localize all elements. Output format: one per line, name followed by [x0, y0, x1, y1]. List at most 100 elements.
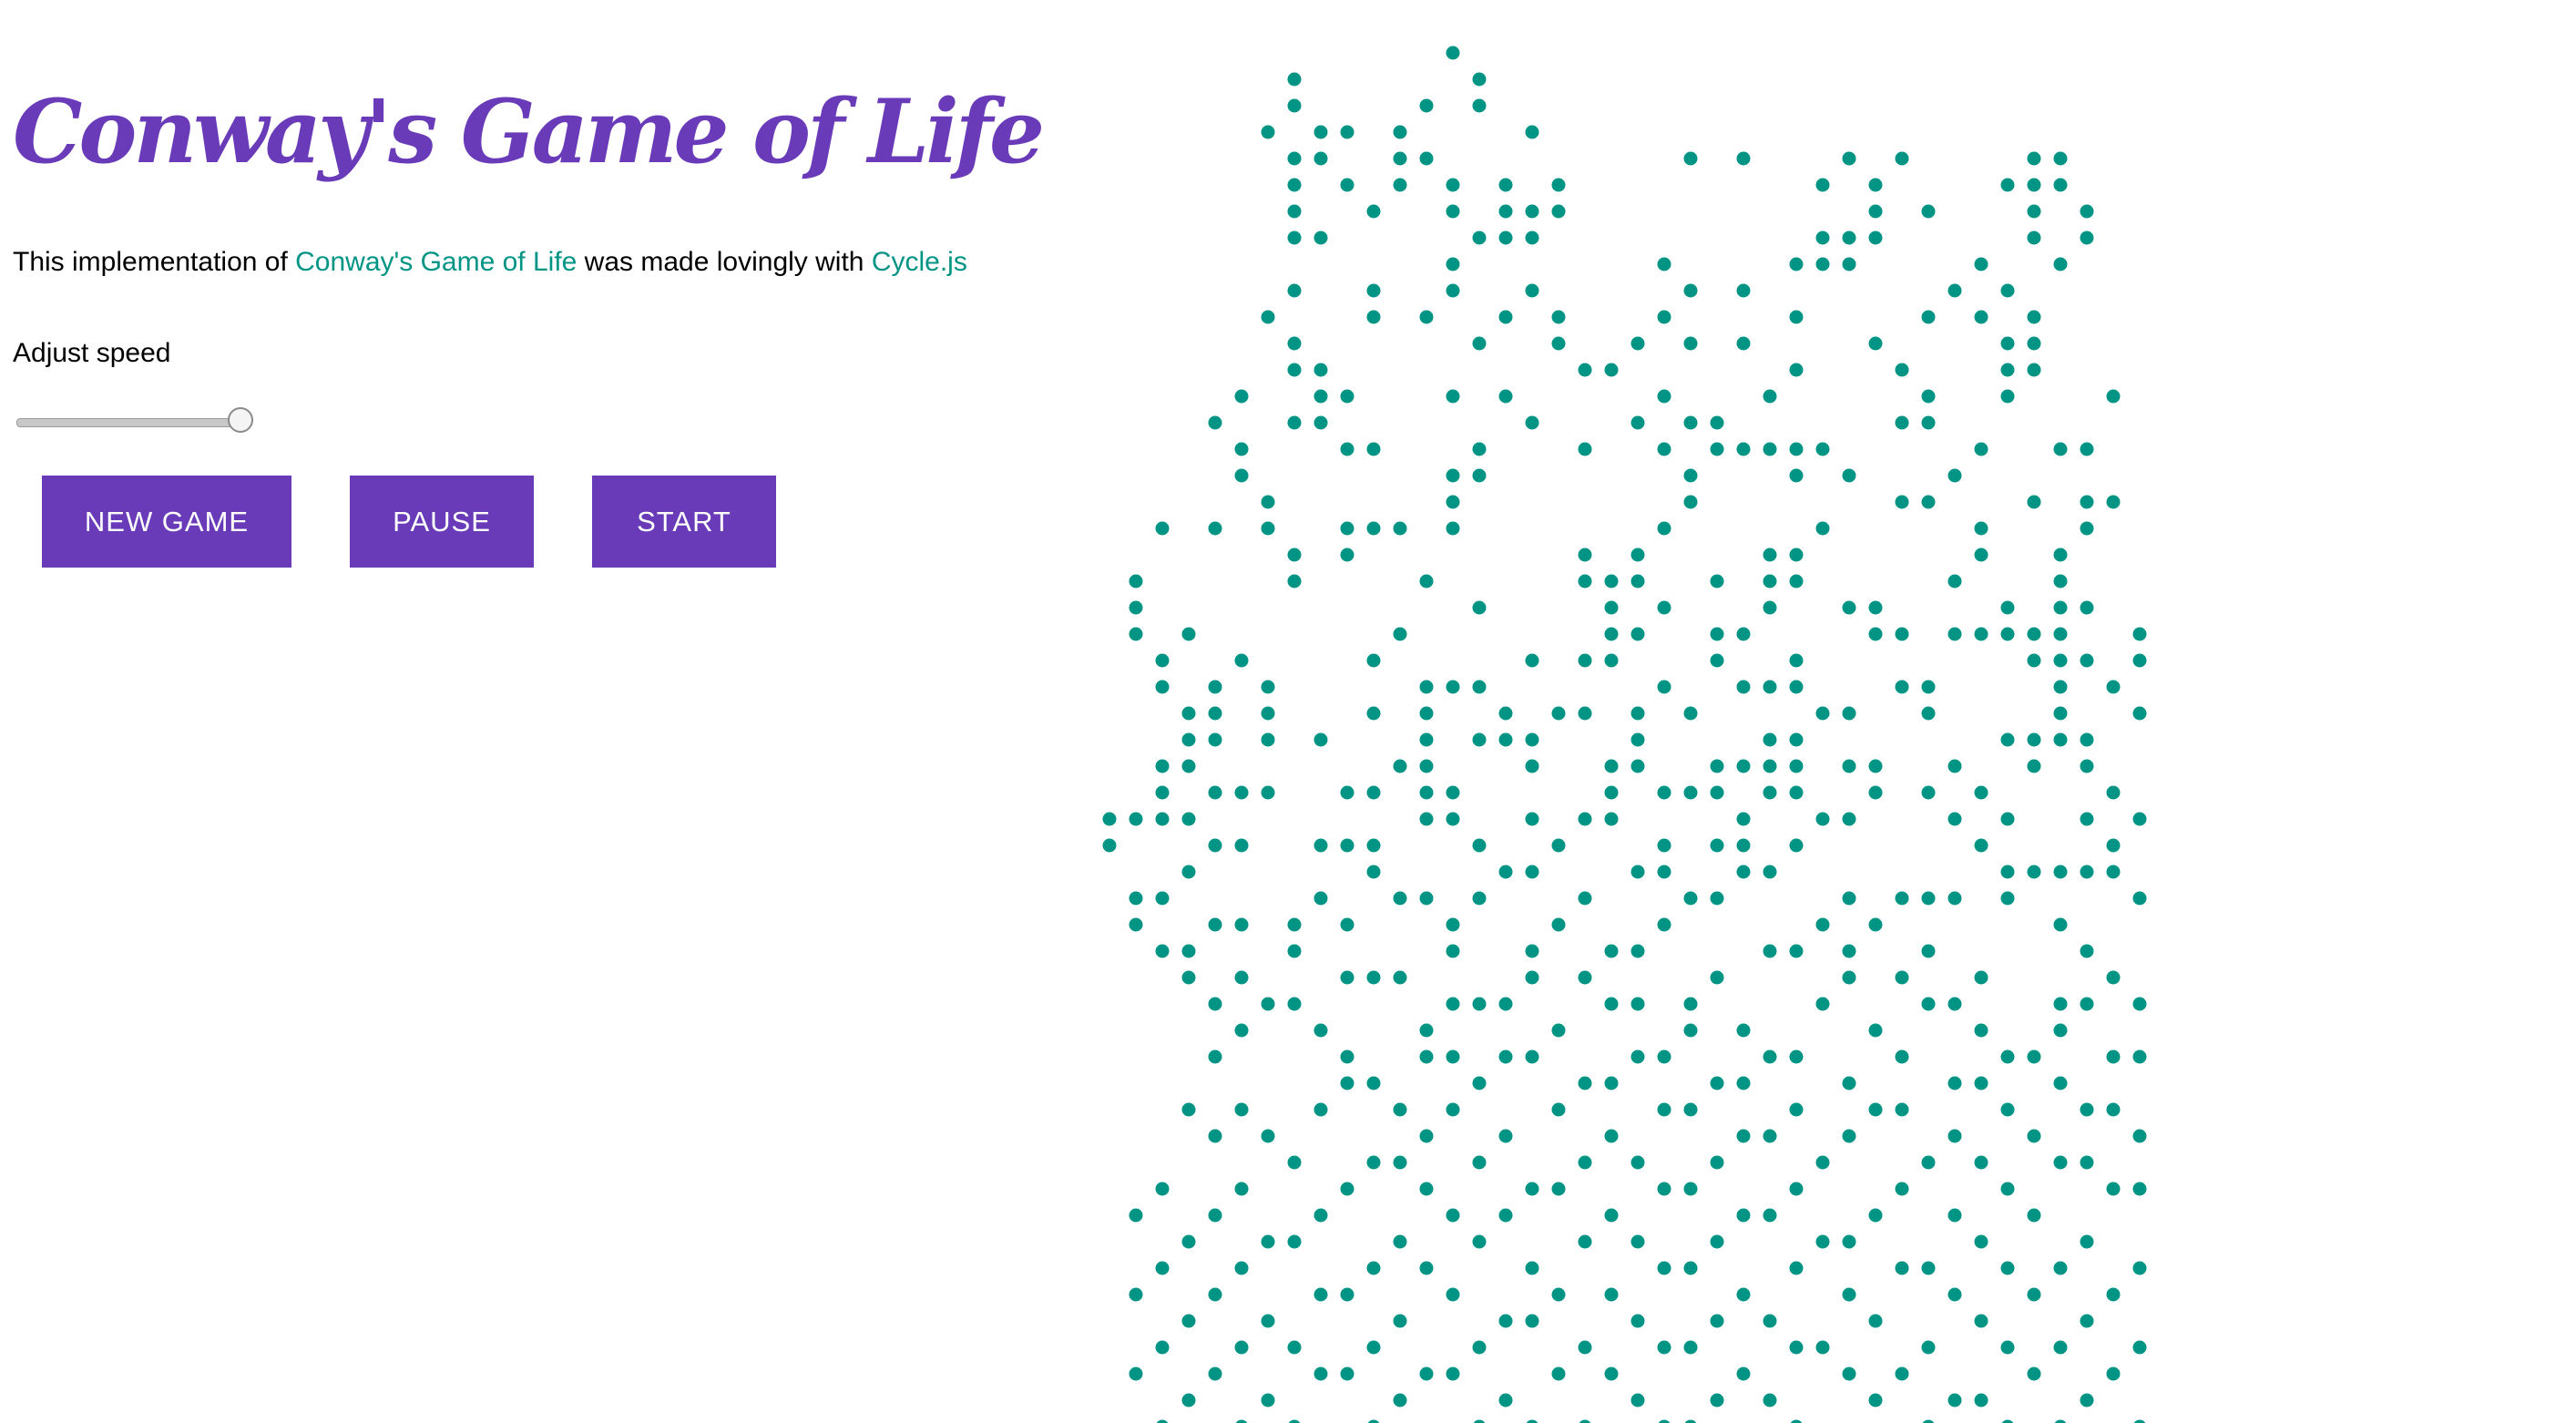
live-cell[interactable]: [1947, 1208, 1962, 1223]
live-cell[interactable]: [1472, 1155, 1487, 1170]
live-cell[interactable]: [1446, 1367, 1460, 1381]
live-cell[interactable]: [1974, 548, 1988, 562]
live-cell[interactable]: [1446, 521, 1460, 536]
live-cell[interactable]: [2027, 336, 2041, 351]
live-cell[interactable]: [1366, 653, 1381, 668]
live-cell[interactable]: [1261, 785, 1275, 800]
live-cell[interactable]: [1842, 891, 1856, 906]
live-cell[interactable]: [1525, 230, 1539, 245]
live-cell[interactable]: [1974, 310, 1988, 324]
live-cell[interactable]: [1763, 389, 1777, 404]
live-cell[interactable]: [1895, 363, 1909, 377]
live-cell[interactable]: [1657, 521, 1671, 536]
live-cell[interactable]: [1842, 600, 1856, 615]
live-cell[interactable]: [1155, 653, 1170, 668]
live-cell[interactable]: [1789, 442, 1804, 456]
live-cell[interactable]: [2053, 548, 2068, 562]
live-cell[interactable]: [1525, 125, 1539, 139]
live-cell[interactable]: [1842, 1234, 1856, 1249]
live-cell[interactable]: [1498, 389, 1513, 404]
live-cell[interactable]: [1393, 1314, 1407, 1328]
live-cell[interactable]: [2000, 1049, 2015, 1064]
live-cell[interactable]: [1921, 415, 1936, 430]
live-cell[interactable]: [2027, 204, 2041, 219]
live-cell[interactable]: [1789, 574, 1804, 589]
live-cell[interactable]: [1842, 1076, 1856, 1090]
live-cell[interactable]: [1551, 1287, 1566, 1302]
live-cell[interactable]: [1393, 891, 1407, 906]
live-cell[interactable]: [1842, 970, 1856, 985]
live-cell[interactable]: [1498, 178, 1513, 192]
live-cell[interactable]: [1868, 785, 1883, 800]
live-cell[interactable]: [2053, 257, 2068, 271]
live-cell[interactable]: [1842, 151, 1856, 166]
live-cell[interactable]: [1288, 1419, 1302, 1423]
live-cell[interactable]: [1789, 1261, 1804, 1275]
live-cell[interactable]: [1710, 1393, 1724, 1408]
live-cell[interactable]: [1419, 1129, 1434, 1143]
live-cell[interactable]: [2027, 732, 2041, 747]
live-cell[interactable]: [2000, 891, 2015, 906]
live-cell[interactable]: [1657, 257, 1671, 271]
live-cell[interactable]: [1789, 363, 1804, 377]
live-cell[interactable]: [2053, 653, 2068, 668]
live-cell[interactable]: [1789, 1182, 1804, 1196]
live-cell[interactable]: [1815, 812, 1830, 826]
live-cell[interactable]: [1287, 98, 1302, 113]
live-cell[interactable]: [1842, 1287, 1856, 1302]
live-cell[interactable]: [1815, 706, 1830, 721]
live-cell[interactable]: [1208, 1129, 1222, 1143]
live-cell[interactable]: [1578, 970, 1592, 985]
live-cell[interactable]: [1683, 336, 1698, 351]
live-cell[interactable]: [1155, 812, 1170, 826]
live-cell[interactable]: [1947, 283, 1962, 298]
live-cell[interactable]: [1287, 944, 1302, 958]
live-cell[interactable]: [1208, 997, 1222, 1011]
live-cell[interactable]: [1763, 600, 1777, 615]
live-cell[interactable]: [1419, 891, 1434, 906]
live-cell[interactable]: [1129, 812, 1143, 826]
live-cell[interactable]: [1974, 1234, 1988, 1249]
live-cell[interactable]: [1947, 759, 1962, 773]
live-cell[interactable]: [1604, 812, 1619, 826]
live-cell[interactable]: [1340, 178, 1354, 192]
live-cell[interactable]: [1472, 468, 1487, 483]
live-cell[interactable]: [2132, 1182, 2147, 1196]
live-cell[interactable]: [1340, 785, 1354, 800]
live-cell[interactable]: [1947, 627, 1962, 641]
live-cell[interactable]: [1604, 627, 1619, 641]
live-cell[interactable]: [1393, 1102, 1407, 1117]
live-cell[interactable]: [2132, 812, 2147, 826]
live-cell[interactable]: [1736, 1076, 1751, 1090]
live-cell[interactable]: [2080, 521, 2094, 536]
live-cell[interactable]: [1789, 1049, 1804, 1064]
live-cell[interactable]: [1181, 812, 1196, 826]
live-cell[interactable]: [1155, 1340, 1170, 1355]
live-cell[interactable]: [1683, 1102, 1698, 1117]
live-cell[interactable]: [1842, 706, 1856, 721]
live-cell[interactable]: [1710, 415, 1724, 430]
live-cell[interactable]: [1393, 1393, 1407, 1408]
live-cell[interactable]: [1604, 997, 1619, 1011]
live-cell[interactable]: [1234, 917, 1249, 932]
live-cell[interactable]: [1366, 970, 1381, 985]
live-cell[interactable]: [1604, 759, 1619, 773]
live-cell[interactable]: [1525, 944, 1539, 958]
live-cell[interactable]: [2106, 680, 2121, 694]
live-cell[interactable]: [1736, 442, 1751, 456]
live-cell[interactable]: [2080, 230, 2094, 245]
live-cell[interactable]: [1683, 151, 1698, 166]
live-cell[interactable]: [1129, 1367, 1143, 1381]
live-cell[interactable]: [1446, 1208, 1460, 1223]
live-cell[interactable]: [1314, 838, 1328, 853]
live-cell[interactable]: [1472, 732, 1487, 747]
live-cell[interactable]: [1287, 548, 1302, 562]
live-cell[interactable]: [1578, 812, 1592, 826]
live-cell[interactable]: [1736, 1208, 1751, 1223]
live-cell[interactable]: [1684, 1419, 1698, 1423]
live-cell[interactable]: [1472, 838, 1487, 853]
live-cell[interactable]: [1578, 442, 1592, 456]
live-cell[interactable]: [1261, 997, 1275, 1011]
live-cell[interactable]: [1895, 1182, 1909, 1196]
live-cell[interactable]: [1340, 125, 1354, 139]
